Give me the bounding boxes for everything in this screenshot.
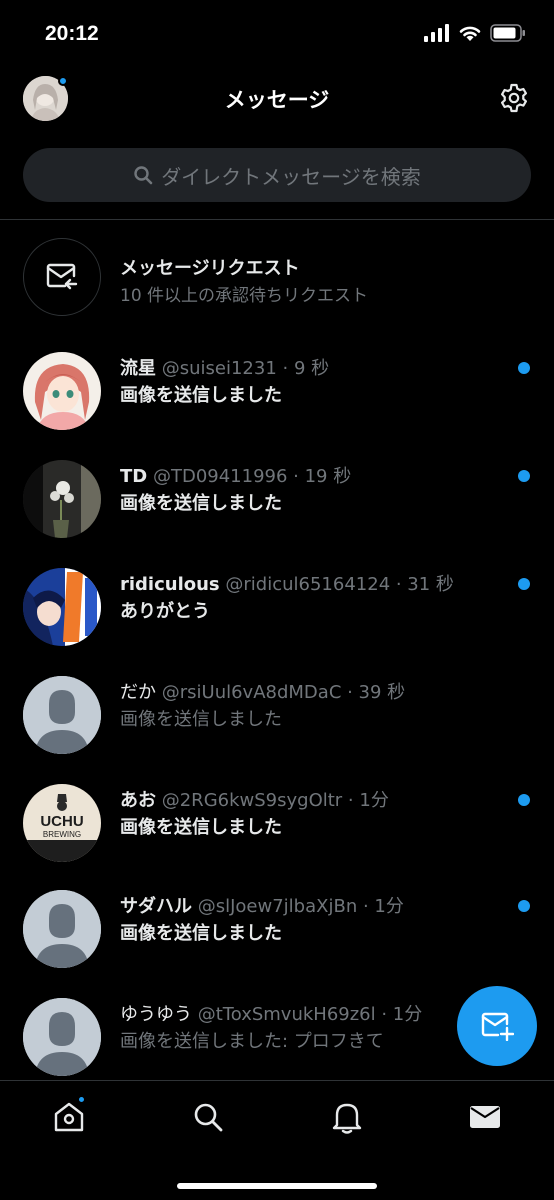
conversation-header: ゆうゆう @tToxSmvukH69z6l · 1分 [120, 1000, 450, 1026]
unread-dot [518, 578, 530, 590]
screen: 20:12 メッセージ ダイレクトメッセージを検索 メッセージリクエスト 10 … [0, 0, 554, 1200]
conversation-row[interactable]: だか @rsiUul6vA8dMDaC · 39 秒 画像を送信しました [0, 676, 554, 784]
sender-name: 流星 [120, 358, 156, 379]
unread-dot [518, 470, 530, 482]
page-title: メッセージ [224, 88, 330, 112]
brand-logo-text: UCHU [40, 813, 83, 830]
conversation-header: 流星 @suisei1231 · 9 秒 [120, 354, 516, 380]
conversation-header: ridiculous @ridicul65164124 · 31 秒 [120, 570, 516, 596]
header: メッセージ [0, 70, 554, 128]
message-preview: 画像を送信しました: プロフきて [120, 1031, 384, 1052]
sender-handle-time: @slJoew7jlbaXjBn · 1分 [197, 896, 404, 917]
avatar[interactable] [23, 460, 101, 538]
avatar[interactable] [23, 352, 101, 430]
brand-logo-subtext: BREWING [43, 830, 81, 839]
sender-handle-time: @TD09411996 · 19 秒 [152, 466, 352, 487]
wifi-icon [459, 26, 481, 41]
avatar[interactable] [23, 998, 101, 1076]
message-preview: 画像を送信しました [120, 817, 282, 838]
tab-home[interactable] [51, 1099, 87, 1135]
conversation-row[interactable]: サダハル @slJoew7jlbaXjBn · 1分 画像を送信しました [0, 890, 554, 998]
message-preview: 画像を送信しました [120, 493, 282, 514]
home-icon [54, 1102, 84, 1132]
signal-icon [424, 24, 449, 42]
message-preview: ありがとう [120, 601, 210, 622]
sender-name: サダハル [120, 896, 192, 917]
avatar[interactable] [23, 568, 101, 646]
sender-name: TD [120, 466, 148, 487]
status-bar: 20:12 [0, 0, 554, 70]
tab-bar [0, 1080, 554, 1200]
tab-search[interactable] [190, 1099, 226, 1135]
default-avatar-icon [23, 676, 101, 754]
avatar-image [23, 460, 101, 538]
status-time: 20:12 [45, 22, 99, 45]
default-avatar-icon [23, 890, 101, 968]
new-message-button[interactable] [457, 986, 537, 1066]
conversation-header: TD @TD09411996 · 19 秒 [120, 462, 516, 488]
message-preview: 画像を送信しました [120, 923, 282, 944]
default-avatar-icon [23, 998, 101, 1076]
avatar[interactable] [23, 676, 101, 754]
settings-button[interactable] [498, 82, 530, 114]
request-subtitle: 10 件以上の承認待ちリクエスト [120, 286, 369, 306]
gear-icon [501, 83, 527, 113]
status-icons [424, 24, 526, 42]
home-notification-dot [77, 1095, 86, 1104]
sender-name: あお [120, 790, 156, 811]
sender-handle-time: @tToxSmvukH69z6l · 1分 [197, 1004, 423, 1025]
mail-request-icon [46, 263, 78, 290]
conversation-header: だか @rsiUul6vA8dMDaC · 39 秒 [120, 678, 516, 704]
unread-dot [518, 900, 530, 912]
sender-name: ゆうゆう [120, 1004, 192, 1025]
conversation-row[interactable]: UCHU BREWING あお @2RG6kwS9sygOltr · 1分 画像… [0, 784, 554, 892]
search-icon [194, 1103, 223, 1132]
conversation-header: あお @2RG6kwS9sygOltr · 1分 [120, 786, 516, 812]
conversation-header: サダハル @slJoew7jlbaXjBn · 1分 [120, 892, 516, 918]
home-indicator [177, 1183, 377, 1189]
conversation-row[interactable]: ridiculous @ridicul65164124 · 31 秒 ありがとう [0, 568, 554, 676]
avatar-image [23, 568, 101, 646]
conversation-row[interactable]: 流星 @suisei1231 · 9 秒 画像を送信しました [0, 352, 554, 460]
tab-notifications[interactable] [329, 1099, 365, 1135]
sender-handle-time: @2RG6kwS9sygOltr · 1分 [161, 790, 389, 811]
request-icon-container [23, 238, 101, 316]
sender-handle-time: @ridicul65164124 · 31 秒 [225, 574, 454, 595]
sender-handle-time: @rsiUul6vA8dMDaC · 39 秒 [161, 682, 406, 703]
mail-icon [470, 1106, 500, 1128]
message-preview: 画像を送信しました [120, 385, 282, 406]
divider [0, 219, 554, 220]
search-input[interactable]: ダイレクトメッセージを検索 [23, 148, 531, 202]
battery-icon [490, 24, 525, 42]
unread-dot [518, 362, 530, 374]
unread-dot [518, 794, 530, 806]
request-title: メッセージリクエスト [120, 258, 300, 279]
message-preview: 画像を送信しました [120, 709, 282, 730]
sender-name: ridiculous [120, 574, 220, 595]
tab-messages[interactable] [467, 1099, 503, 1135]
sender-name: だか [120, 682, 156, 703]
new-message-icon [481, 1012, 514, 1041]
message-requests-row[interactable]: メッセージリクエスト 10 件以上の承認待ちリクエスト [0, 236, 554, 316]
search-placeholder: ダイレクトメッセージを検索 [161, 164, 421, 189]
avatar[interactable] [23, 890, 101, 968]
sender-handle-time: @suisei1231 · 9 秒 [161, 358, 330, 379]
bell-icon [332, 1103, 362, 1134]
search-icon [134, 166, 153, 185]
avatar[interactable]: UCHU BREWING [23, 784, 101, 862]
conversation-row[interactable]: TD @TD09411996 · 19 秒 画像を送信しました [0, 460, 554, 568]
avatar-image [23, 352, 101, 430]
avatar-image: UCHU BREWING [23, 784, 101, 862]
